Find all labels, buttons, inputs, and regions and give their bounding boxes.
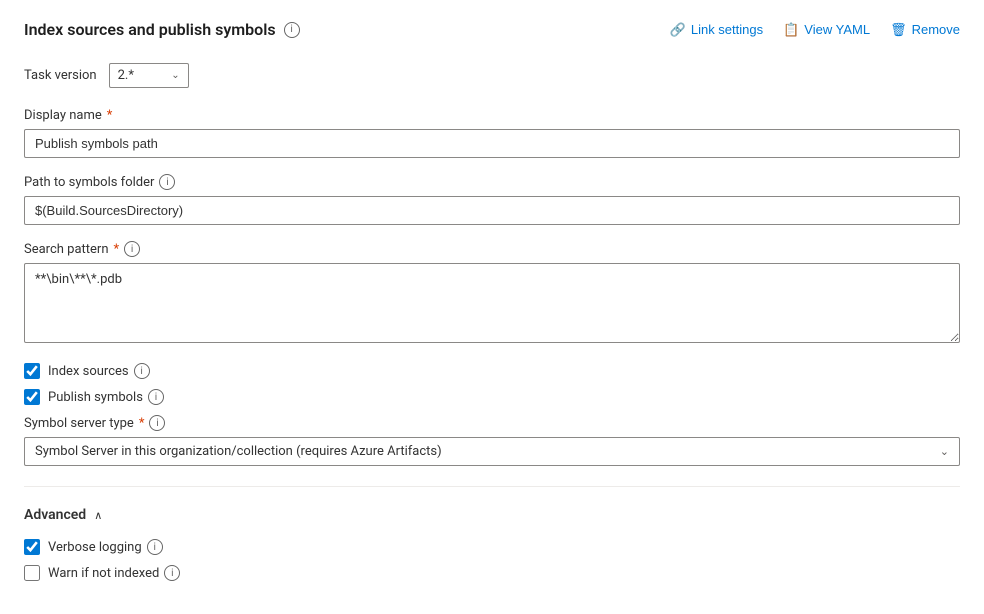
- chevron-down-icon: ⌄: [171, 70, 179, 81]
- required-star: *: [107, 108, 113, 123]
- publish-symbols-info-icon[interactable]: i: [148, 389, 164, 405]
- publish-symbols-checkbox[interactable]: [24, 389, 40, 405]
- search-pattern-label: Search pattern * i: [24, 241, 960, 257]
- verbose-logging-label[interactable]: Verbose logging i: [48, 539, 163, 555]
- header-left: Index sources and publish symbols i: [24, 20, 300, 39]
- symbol-server-type-info-icon[interactable]: i: [149, 415, 165, 431]
- symbol-server-type-label: Symbol server type * i: [24, 415, 960, 431]
- task-version-select[interactable]: 2.* ⌄: [109, 63, 189, 88]
- verbose-logging-info-icon[interactable]: i: [147, 539, 163, 555]
- index-sources-row: Index sources i: [24, 363, 960, 379]
- task-version-row: Task version 2.* ⌄: [24, 63, 960, 88]
- view-yaml-label: View YAML: [804, 22, 870, 37]
- view-yaml-button[interactable]: 📋 View YAML: [783, 22, 870, 38]
- chevron-up-icon: ∧: [94, 509, 102, 522]
- required-star-3: *: [139, 416, 145, 431]
- index-sources-label[interactable]: Index sources i: [48, 363, 150, 379]
- index-sources-info-icon[interactable]: i: [134, 363, 150, 379]
- symbol-server-type-value: Symbol Server in this organization/colle…: [35, 444, 442, 459]
- advanced-section-header[interactable]: Advanced ∧: [24, 507, 960, 523]
- remove-label: Remove: [912, 22, 960, 37]
- warn-not-indexed-checkbox[interactable]: [24, 565, 40, 581]
- display-name-field: Display name *: [24, 108, 960, 158]
- search-pattern-textarea[interactable]: **\bin\**\*.pdb: [24, 263, 960, 343]
- link-settings-button[interactable]: 🔗 Link settings: [670, 22, 763, 38]
- link-icon: 🔗: [670, 22, 686, 38]
- section-divider: [24, 486, 960, 487]
- path-symbols-folder-input[interactable]: [24, 196, 960, 225]
- remove-icon: 🗑: [890, 22, 907, 38]
- dropdown-arrow-icon: ⌄: [940, 445, 949, 458]
- symbol-server-type-field: Symbol server type * i Symbol Server in …: [24, 415, 960, 466]
- publish-symbols-row: Publish symbols i: [24, 389, 960, 405]
- task-version-value: 2.*: [118, 68, 134, 83]
- symbol-server-type-dropdown[interactable]: Symbol Server in this organization/colle…: [24, 437, 960, 466]
- task-version-label: Task version: [24, 68, 97, 83]
- warn-not-indexed-info-icon[interactable]: i: [164, 565, 180, 581]
- yaml-icon: 📋: [783, 22, 799, 38]
- page-header: Index sources and publish symbols i 🔗 Li…: [24, 20, 960, 39]
- search-pattern-info-icon[interactable]: i: [124, 241, 140, 257]
- title-info-icon[interactable]: i: [284, 22, 300, 38]
- link-settings-label: Link settings: [691, 22, 763, 37]
- remove-button[interactable]: 🗑 Remove: [890, 22, 960, 38]
- search-pattern-field: Search pattern * i **\bin\**\*.pdb: [24, 241, 960, 347]
- page-title: Index sources and publish symbols: [24, 20, 276, 39]
- path-symbols-folder-field: Path to symbols folder i: [24, 174, 960, 225]
- verbose-logging-checkbox[interactable]: [24, 539, 40, 555]
- advanced-title: Advanced: [24, 507, 86, 523]
- warn-not-indexed-row: Warn if not indexed i: [24, 565, 960, 581]
- warn-not-indexed-label[interactable]: Warn if not indexed i: [48, 565, 180, 581]
- required-star-2: *: [114, 242, 120, 257]
- path-info-icon[interactable]: i: [159, 174, 175, 190]
- header-actions: 🔗 Link settings 📋 View YAML 🗑 Remove: [670, 22, 960, 38]
- index-sources-checkbox[interactable]: [24, 363, 40, 379]
- publish-symbols-label[interactable]: Publish symbols i: [48, 389, 164, 405]
- display-name-label: Display name *: [24, 108, 960, 123]
- verbose-logging-row: Verbose logging i: [24, 539, 960, 555]
- path-symbols-folder-label: Path to symbols folder i: [24, 174, 960, 190]
- display-name-input[interactable]: [24, 129, 960, 158]
